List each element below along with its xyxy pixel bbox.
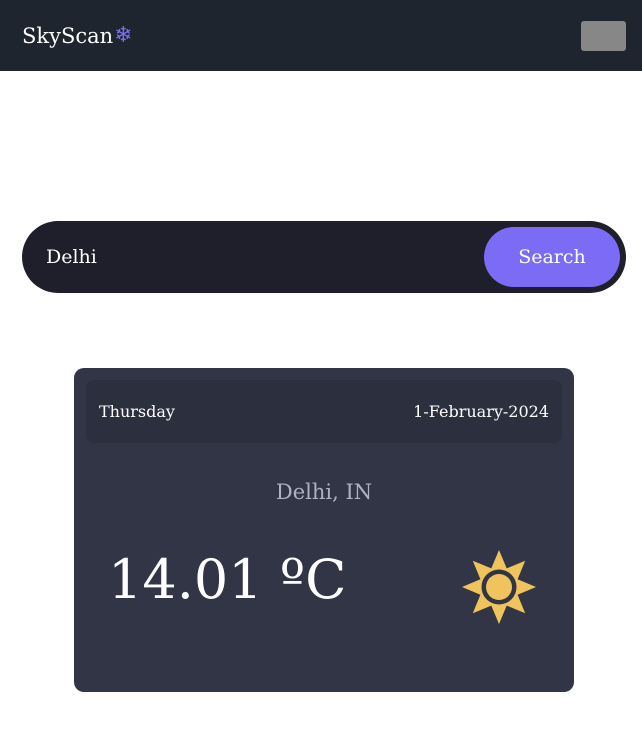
temperature-value: 14.01 ºC bbox=[108, 548, 347, 611]
weather-location: Delhi, IN bbox=[275, 480, 373, 504]
search-button[interactable]: Search bbox=[484, 227, 620, 287]
sun-icon bbox=[462, 550, 536, 624]
weather-card: Thursday 1-February-2024 Delhi, IN 14.01… bbox=[74, 368, 574, 692]
snowflake-icon: ❄ bbox=[114, 22, 133, 48]
search-bar: Search bbox=[22, 221, 626, 293]
navbar: SkyScan ❄ bbox=[0, 0, 642, 71]
weather-date: 1-February-2024 bbox=[413, 402, 549, 421]
weather-card-header: Thursday 1-February-2024 bbox=[86, 380, 562, 443]
brand-name: SkyScan bbox=[22, 23, 114, 48]
menu-toggle-button[interactable] bbox=[581, 20, 626, 51]
brand[interactable]: SkyScan ❄ bbox=[22, 24, 133, 48]
search-input[interactable] bbox=[46, 226, 484, 288]
weather-day: Thursday bbox=[99, 402, 175, 421]
sun-core bbox=[486, 574, 512, 600]
